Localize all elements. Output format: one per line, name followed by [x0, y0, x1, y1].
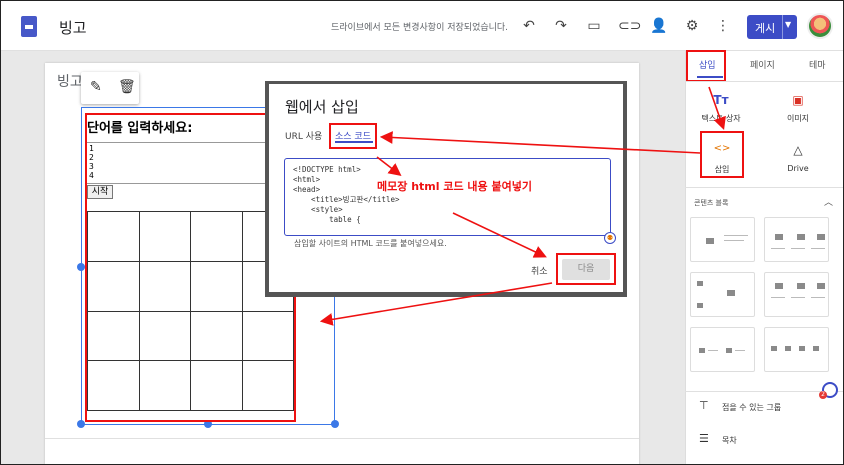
resize-handle-bottom-right[interactable]: [331, 420, 339, 428]
tool-label-image[interactable]: 이미지: [768, 113, 828, 124]
tab-url[interactable]: URL 사용: [285, 129, 322, 142]
save-status: 드라이브에서 모든 변경사항이 저장되었습니다.: [331, 23, 509, 33]
trash-icon[interactable]: 🗑: [118, 79, 136, 95]
tab-pages[interactable]: 페이지: [750, 58, 775, 71]
share-icon[interactable]: 👤: [650, 17, 668, 35]
collapsible-icon[interactable]: ⊤: [699, 399, 709, 412]
code-input[interactable]: <!DOCTYPE html> <html> <head> <title>빙고판…: [284, 158, 611, 236]
resize-handle-left[interactable]: [77, 263, 85, 271]
notification-badge: 2: [819, 391, 827, 399]
collapsible-group-label[interactable]: 접을 수 있는 그룹: [722, 402, 781, 413]
toc-label[interactable]: 목차: [722, 435, 737, 446]
screenshot-frame: 빙고 드라이브에서 모든 변경사항이 저장되었습니다. ↶ ↷ ▭ ⊂⊃ 👤 ⚙…: [0, 0, 844, 465]
chevron-down-icon[interactable]: ▼: [785, 20, 791, 29]
annotation-text: 메모장 html 코드 내용 붙여넣기: [377, 180, 532, 193]
embed-edit-toolbar: ✎ 🗑: [81, 72, 139, 104]
annotation-box-embed: [700, 131, 744, 178]
redo-icon[interactable]: ↷: [552, 17, 570, 35]
annotation-box-insert-tab: [686, 50, 726, 82]
tab-themes[interactable]: 테마: [809, 58, 826, 71]
layout-card[interactable]: [690, 217, 755, 262]
tool-label-textbox[interactable]: 텍스트 상자: [691, 113, 751, 124]
panel-divider-2: [685, 187, 843, 188]
publish-separator: [782, 15, 783, 39]
cancel-button[interactable]: 취소: [531, 264, 548, 277]
image-icon[interactable]: ▣: [788, 93, 808, 107]
publish-label: 게시: [755, 22, 776, 35]
publish-button[interactable]: 게시 ▼: [747, 15, 797, 39]
annotation-box-next: [556, 253, 616, 285]
layout-card[interactable]: [764, 327, 829, 372]
text-box-icon[interactable]: Tт: [711, 93, 731, 107]
more-icon[interactable]: ⋮: [714, 17, 732, 35]
assistant-icon[interactable]: ⚉: [604, 232, 616, 244]
content-blocks-title: 콘텐츠 블록: [694, 199, 729, 207]
chevron-up-icon[interactable]: ︿: [824, 195, 833, 208]
layout-card[interactable]: [764, 272, 829, 317]
tool-label-drive[interactable]: Drive: [768, 164, 828, 173]
pencil-icon[interactable]: ✎: [90, 79, 102, 95]
settings-icon[interactable]: ⚙: [683, 17, 701, 35]
site-title[interactable]: 빙고: [59, 17, 87, 38]
resize-handle-bottom-left[interactable]: [77, 420, 85, 428]
avatar[interactable]: [807, 13, 833, 39]
toc-icon[interactable]: ☰: [699, 432, 709, 445]
link-icon[interactable]: ⊂⊃: [618, 17, 641, 35]
code-hint: 삽입할 사이트의 HTML 코드를 붙여넣으세요.: [294, 239, 447, 248]
page-title[interactable]: 빙고: [57, 71, 83, 91]
undo-icon[interactable]: ↶: [520, 17, 538, 35]
section-divider: [45, 438, 639, 439]
preview-icon[interactable]: ▭: [585, 17, 603, 35]
annotation-box-source-tab: [329, 123, 377, 149]
sites-logo-icon[interactable]: [21, 16, 37, 37]
top-bar: 빙고 드라이브에서 모든 변경사항이 저장되었습니다. ↶ ↷ ▭ ⊂⊃ 👤 ⚙…: [1, 1, 843, 51]
layout-card[interactable]: [764, 217, 829, 262]
panel-divider: [685, 81, 843, 82]
dialog-title: 웹에서 삽입: [285, 98, 359, 116]
drive-icon[interactable]: △: [788, 143, 808, 157]
layout-card[interactable]: [690, 327, 755, 372]
layout-card[interactable]: [690, 272, 755, 317]
